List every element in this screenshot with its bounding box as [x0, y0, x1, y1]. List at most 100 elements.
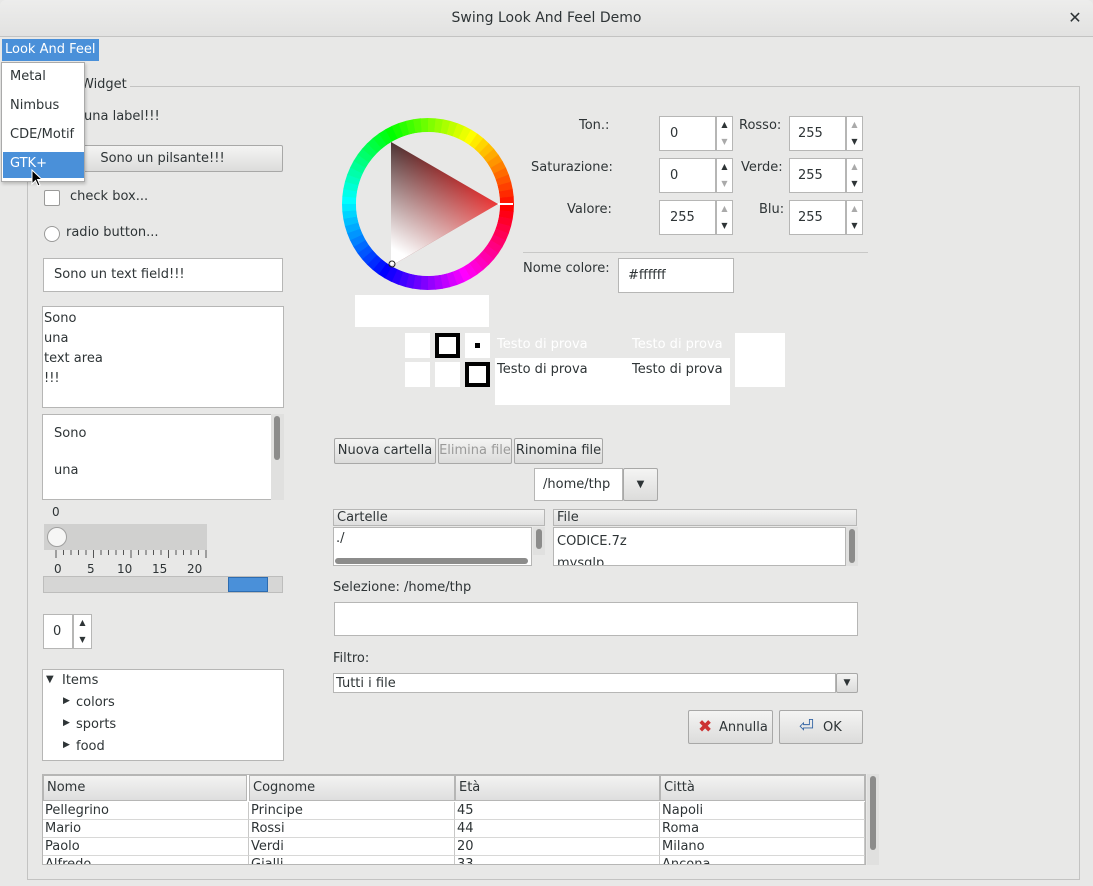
table-cell[interactable]: Pellegrino [43, 802, 249, 820]
collapsed-icon[interactable]: ▶ [63, 718, 70, 728]
path-combo[interactable]: /home/thp [534, 468, 623, 501]
table-cell[interactable]: Paolo [43, 838, 249, 856]
menu-item-metal[interactable]: Metal [3, 65, 84, 91]
value-spinner[interactable]: ▲ ▼ [716, 200, 733, 235]
tree-root[interactable]: Items [62, 673, 98, 688]
table-cell[interactable]: Ancona [660, 856, 865, 864]
folder-item[interactable]: ./ [336, 531, 345, 546]
demo-checkbox[interactable] [44, 190, 60, 206]
table-cell[interactable]: Roma [660, 820, 865, 838]
blue-field[interactable]: 255 [789, 200, 846, 235]
expanded-icon[interactable]: ▼ [46, 674, 54, 685]
green-spinner[interactable]: ▲ ▼ [846, 158, 863, 193]
table-cell[interactable]: Gialli [249, 856, 455, 864]
table-cell[interactable]: 44 [455, 820, 660, 838]
ok-button[interactable]: ⏎ OK [779, 710, 863, 744]
collapsed-icon[interactable]: ▶ [63, 740, 70, 750]
selection-field[interactable] [334, 602, 858, 636]
tree-node[interactable]: food [76, 739, 105, 754]
files-list[interactable]: CODICE.7z mysqlp [553, 527, 846, 566]
table-row[interactable]: Paolo Verdi 20 Milano [43, 838, 865, 856]
spinner-arrows[interactable]: ▲ ▼ [73, 614, 92, 649]
list-item[interactable]: una [54, 463, 78, 478]
blue-spinner[interactable]: ▲ ▼ [846, 200, 863, 235]
scroll-thumb[interactable] [536, 529, 542, 549]
rename-file-button[interactable]: Rinomina file [514, 438, 603, 464]
files-scrollbar[interactable] [846, 527, 858, 566]
hue-spinner[interactable]: ▲ ▼ [716, 116, 733, 151]
file-item[interactable]: mysqlp [557, 553, 842, 565]
spinner-up-icon[interactable]: ▲ [74, 615, 91, 632]
data-table[interactable]: Nome Cognome Età Città Pellegrino Princip… [42, 774, 866, 865]
table-row[interactable]: Alfredo Gialli 33 Ancona [43, 856, 865, 864]
demo-radio[interactable] [44, 226, 60, 242]
new-folder-button[interactable]: Nuova cartella [334, 438, 436, 464]
files-header[interactable]: File [553, 509, 857, 526]
arrow-down-icon[interactable]: ▼ [847, 218, 862, 235]
table-scrollbar[interactable] [867, 774, 879, 865]
cancel-button[interactable]: ✖ Annulla [688, 710, 773, 744]
arrow-down-icon[interactable]: ▼ [847, 134, 862, 151]
table-row[interactable]: Pellegrino Principe 45 Napoli [43, 802, 865, 820]
tree-node[interactable]: colors [76, 695, 115, 710]
red-spinner[interactable]: ▲ ▼ [846, 116, 863, 151]
demo-list[interactable]: Sono una [42, 414, 272, 500]
chevron-down-icon[interactable]: ▼ [623, 468, 658, 501]
saturation-field[interactable]: 0 [659, 158, 716, 193]
menu-item-cde-motif[interactable]: CDE/Motif [3, 123, 84, 149]
scroll-thumb[interactable] [849, 529, 855, 563]
table-cell[interactable]: Napoli [660, 802, 865, 820]
arrow-down-icon[interactable]: ▼ [847, 176, 862, 193]
demo-slider-track[interactable] [44, 524, 207, 550]
close-icon[interactable]: ✕ [1067, 8, 1083, 28]
table-header[interactable]: Cognome [249, 775, 455, 801]
list-scroll-thumb[interactable] [274, 416, 280, 460]
list-scrollbar[interactable] [271, 414, 284, 500]
arrow-up-icon[interactable]: ▲ [717, 117, 732, 134]
list-item[interactable]: Sono [54, 426, 86, 441]
arrow-up-icon[interactable]: ▲ [847, 159, 862, 176]
spinner-down-icon[interactable]: ▼ [74, 632, 91, 649]
folders-header[interactable]: Cartelle [333, 509, 545, 526]
filter-combo[interactable]: Tutti i file [333, 673, 836, 693]
arrow-down-icon[interactable]: ▼ [717, 134, 732, 151]
menu-item-nimbus[interactable]: Nimbus [3, 94, 84, 120]
demo-textfield[interactable]: Sono un text field!!! [43, 258, 283, 292]
table-cell[interactable]: Principe [249, 802, 455, 820]
folders-hscroll-thumb[interactable] [335, 558, 528, 564]
table-cell[interactable]: Mario [43, 820, 249, 838]
collapsed-icon[interactable]: ▶ [63, 696, 70, 706]
color-name-field[interactable]: #ffffff [618, 258, 734, 293]
table-cell[interactable]: Milano [660, 838, 865, 856]
arrow-up-icon[interactable]: ▲ [717, 159, 732, 176]
delete-file-button[interactable]: Elimina file [438, 438, 512, 464]
table-header[interactable]: Età [455, 775, 660, 801]
folders-scrollbar[interactable] [533, 527, 545, 555]
table-cell[interactable]: 33 [455, 856, 660, 864]
value-field[interactable]: 255 [659, 200, 716, 235]
demo-spinner[interactable]: 0 [43, 614, 73, 649]
table-header[interactable]: Nome [43, 775, 247, 801]
arrow-down-icon[interactable]: ▼ [717, 218, 732, 235]
table-cell[interactable]: Alfredo [43, 856, 249, 864]
arrow-up-icon[interactable]: ▲ [717, 201, 732, 218]
hue-field[interactable]: 0 [659, 116, 716, 151]
saturation-spinner[interactable]: ▲ ▼ [716, 158, 733, 193]
arrow-down-icon[interactable]: ▼ [717, 176, 732, 193]
scroll-thumb[interactable] [870, 776, 876, 850]
slider-thumb[interactable] [47, 527, 67, 547]
chevron-down-icon[interactable]: ▼ [836, 673, 858, 693]
menu-look-and-feel[interactable]: Look And Feel [2, 39, 99, 61]
tree-node[interactable]: sports [76, 717, 116, 732]
green-field[interactable]: 255 [789, 158, 846, 193]
file-item[interactable]: CODICE.7z [557, 531, 842, 553]
color-wheel[interactable] [340, 116, 516, 292]
table-cell[interactable]: 20 [455, 838, 660, 856]
table-cell[interactable]: 45 [455, 802, 660, 820]
red-field[interactable]: 255 [789, 116, 846, 151]
table-header[interactable]: Città [660, 775, 865, 801]
arrow-up-icon[interactable]: ▲ [847, 117, 862, 134]
table-cell[interactable]: Verdi [249, 838, 455, 856]
table-cell[interactable]: Rossi [249, 820, 455, 838]
arrow-up-icon[interactable]: ▲ [847, 201, 862, 218]
